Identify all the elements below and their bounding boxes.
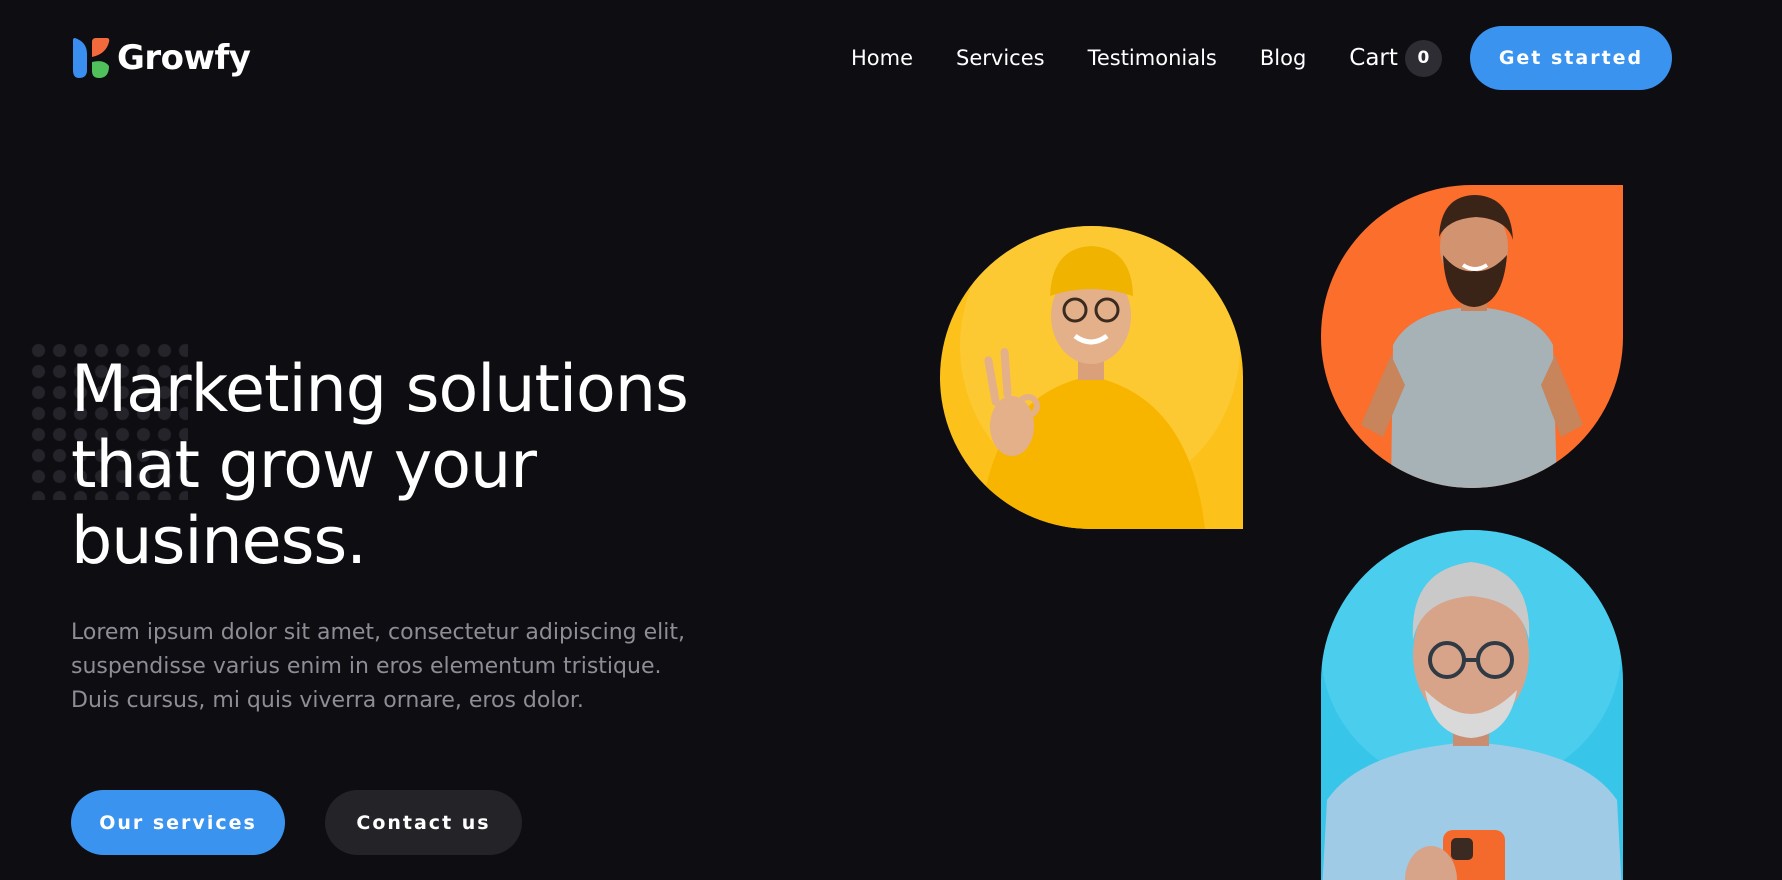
photo-man-yellow-beanie bbox=[940, 226, 1243, 529]
brand-name: Growfy bbox=[117, 38, 251, 78]
hero-title: Marketing solutions that grow your busin… bbox=[71, 352, 689, 579]
nav-home[interactable]: Home bbox=[851, 46, 913, 70]
nav-services[interactable]: Services bbox=[956, 46, 1045, 70]
cart-label: Cart bbox=[1349, 45, 1398, 71]
main-nav: Home Services Testimonials Blog Cart 0 bbox=[851, 39, 1442, 77]
nav-cart[interactable]: Cart 0 bbox=[1349, 39, 1442, 77]
our-services-button[interactable]: Our services bbox=[71, 790, 285, 855]
hero-description: Lorem ipsum dolor sit amet, consectetur … bbox=[71, 620, 685, 713]
cart-count-badge: 0 bbox=[1404, 39, 1442, 77]
get-started-button[interactable]: Get started bbox=[1470, 26, 1672, 90]
photo-bearded-man bbox=[1321, 185, 1623, 488]
nav-blog[interactable]: Blog bbox=[1260, 46, 1306, 70]
landing-page: Growfy Home Services Testimonials Blog C… bbox=[0, 0, 1782, 880]
contact-us-button[interactable]: Contact us bbox=[325, 790, 522, 855]
photo-older-man-phone bbox=[1321, 530, 1623, 880]
growfy-logo-icon bbox=[73, 38, 110, 78]
brand-logo[interactable]: Growfy bbox=[71, 36, 251, 80]
nav-testimonials[interactable]: Testimonials bbox=[1088, 46, 1217, 70]
